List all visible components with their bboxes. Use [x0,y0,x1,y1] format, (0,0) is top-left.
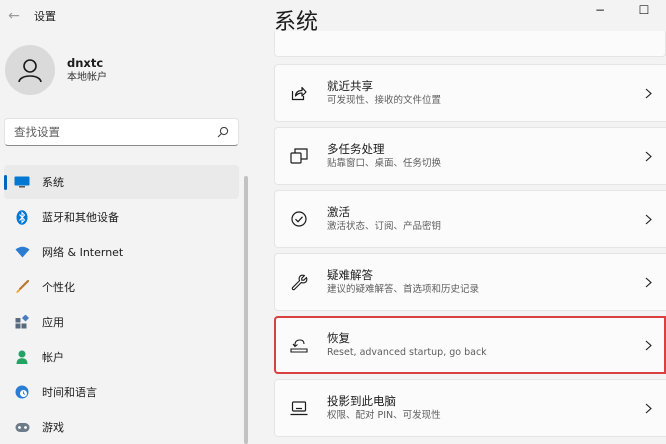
apps-icon [14,314,30,330]
back-arrow-icon: ← [8,8,20,24]
sidebar-item-personalization[interactable]: 个性化 [4,270,239,304]
user-profile[interactable]: dnxtc 本地帐户 [5,45,107,95]
card-title: 恢复 [327,330,350,345]
bluetooth-icon [14,209,30,225]
chevron-right-icon [642,150,654,162]
settings-list: 就近共享 可发现性、接收的文件位置 多任务处理 贴靠窗口、桌面、任务切换 激活 … [274,64,666,442]
wrench-icon [289,272,309,292]
back-button[interactable]: ← [0,2,28,30]
chevron-right-icon [642,276,654,288]
card-subtitle: 建议的疑难解答、首选项和历史记录 [327,283,480,295]
person-icon [14,349,30,365]
card-subtitle: 可发现性、接收的文件位置 [327,94,442,106]
share-icon [289,83,309,103]
minimize-icon: − [594,3,606,17]
chevron-right-icon [642,402,654,414]
card-subtitle: Reset, advanced startup, go back [327,346,487,358]
sidebar-item-system[interactable]: 系统 [4,165,239,199]
sidebar-item-label: 蓝牙和其他设备 [42,211,119,224]
brush-icon [14,279,30,295]
card-title: 激活 [327,204,350,219]
sidebar-item-bluetooth[interactable]: 蓝牙和其他设备 [4,200,239,234]
monitor-icon [14,174,30,190]
sidebar-item-accounts[interactable]: 帐户 [4,340,239,374]
title-bar: ← 设置 [0,0,250,32]
sidebar-item-network[interactable]: 网络 & Internet [4,235,239,269]
settings-card-activation[interactable]: 激活 激活状态、订阅、产品密钥 [274,190,666,248]
app-title: 设置 [34,10,56,23]
settings-card-troubleshoot[interactable]: 疑难解答 建议的疑难解答、首选项和历史记录 [274,253,666,311]
settings-card-project-to-pc[interactable]: 投影到此电脑 权限、配对 PIN、可发现性 [274,379,666,437]
sidebar-item-label: 系统 [42,176,64,189]
avatar [5,45,55,95]
sidebar-item-label: 网络 & Internet [42,246,124,259]
search-icon[interactable] [217,126,229,138]
sidebar-item-gaming[interactable]: 游戏 [4,410,239,444]
maximize-icon: ☐ [638,3,650,17]
recovery-icon [289,335,309,355]
multitask-icon [289,146,309,166]
partial-settings-card[interactable] [274,31,666,57]
search-box[interactable] [4,118,239,146]
profile-name: dnxtc [67,55,104,70]
card-subtitle: 权限、配对 PIN、可发现性 [327,409,441,421]
globe-clock-icon [14,384,30,400]
gamepad-icon [14,419,30,435]
sidebar-item-apps[interactable]: 应用 [4,305,239,339]
sidebar-item-label: 个性化 [42,281,75,294]
minimize-button[interactable]: − [578,0,622,20]
chevron-right-icon [642,339,654,351]
profile-account-type: 本地帐户 [67,71,107,83]
card-subtitle: 贴靠窗口、桌面、任务切换 [327,157,442,169]
sidebar-item-time-language[interactable]: 时间和语言 [4,375,239,409]
search-input[interactable] [14,125,217,139]
settings-card-multitasking[interactable]: 多任务处理 贴靠窗口、桌面、任务切换 [274,127,666,185]
projector-icon [289,398,309,418]
card-title: 多任务处理 [327,141,385,156]
settings-card-nearby-sharing[interactable]: 就近共享 可发现性、接收的文件位置 [274,64,666,122]
sidebar-nav: 系统 蓝牙和其他设备 网络 & Internet 个性化 应用 帐户 时间和语言… [4,165,239,444]
sidebar-scrollbar[interactable] [244,176,248,444]
card-title: 投影到此电脑 [327,393,396,408]
card-title: 疑难解答 [327,267,373,282]
check-circle-icon [289,209,309,229]
card-subtitle: 激活状态、订阅、产品密钥 [327,220,442,232]
wifi-icon [14,244,30,260]
sidebar-item-label: 游戏 [42,421,64,434]
chevron-right-icon [642,213,654,225]
window-controls: − ☐ [578,0,666,20]
settings-card-recovery[interactable]: 恢复 Reset, advanced startup, go back [274,316,666,374]
person-avatar-icon [18,59,42,83]
sidebar-item-label: 应用 [42,316,64,329]
sidebar: ← 设置 dnxtc 本地帐户 系统 [0,0,250,444]
card-title: 就近共享 [327,78,373,93]
sidebar-item-label: 帐户 [42,351,64,364]
maximize-button[interactable]: ☐ [622,0,666,20]
sidebar-item-label: 时间和语言 [42,386,97,399]
chevron-right-icon [642,87,654,99]
